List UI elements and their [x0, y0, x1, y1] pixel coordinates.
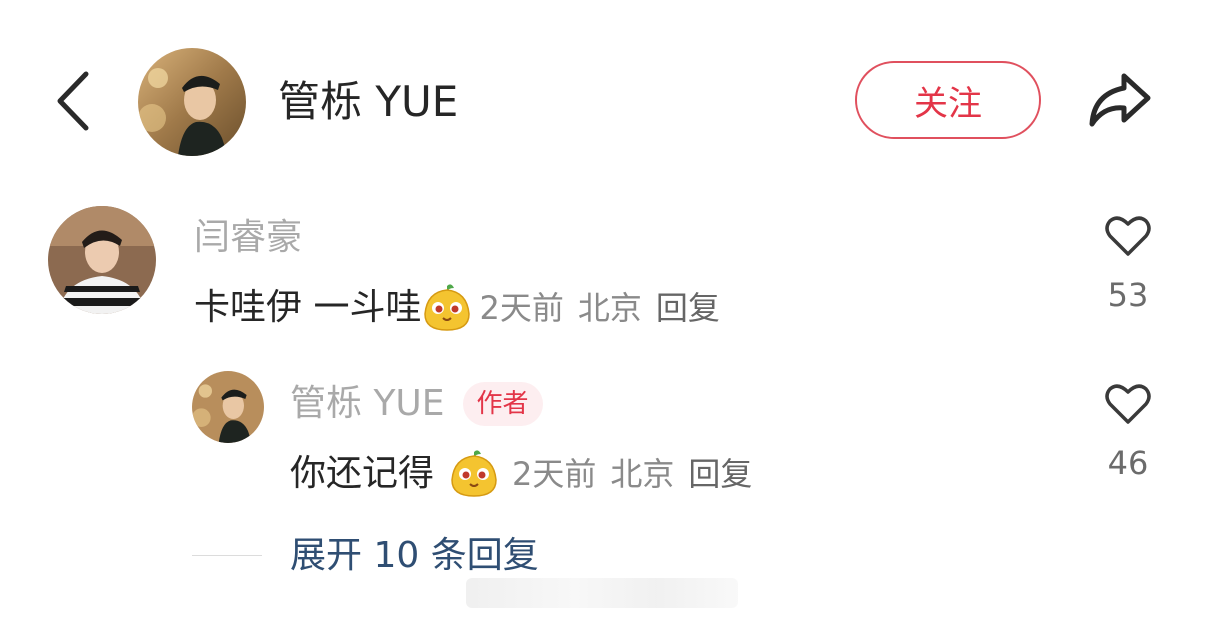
author-avatar[interactable]: [138, 48, 246, 156]
reply-text: 你还记得: [290, 453, 435, 494]
comment-body: 卡哇伊 一斗哇 2天前 北京 回复: [194, 282, 720, 334]
yellow-blob-sticker-icon: [424, 284, 471, 331]
comment-location: 北京: [577, 289, 642, 327]
heart-icon[interactable]: [1102, 212, 1154, 258]
comment-like-count: 53: [1107, 276, 1149, 314]
reply-author-row: 管栎 YUE 作者: [290, 382, 543, 426]
reply-like-count: 46: [1107, 444, 1149, 482]
commenter-avatar[interactable]: [48, 206, 156, 314]
reply-time: 2天前: [512, 455, 597, 493]
reply-reply-button[interactable]: 回复: [688, 449, 752, 499]
heart-icon[interactable]: [1102, 380, 1154, 426]
comment-text: 卡哇伊 一斗哇: [194, 287, 422, 328]
comment-like[interactable]: 53: [1088, 212, 1168, 314]
reply-author-name[interactable]: 管栎 YUE: [290, 382, 445, 426]
reply-author-avatar[interactable]: [192, 371, 264, 443]
author-badge: 作者: [462, 382, 543, 426]
yellow-blob-sticker-icon: [451, 450, 497, 497]
comment-reply-button[interactable]: 回复: [656, 284, 720, 332]
back-chevron-icon[interactable]: [52, 68, 96, 134]
comment-time: 2天前: [479, 289, 564, 327]
reply-like[interactable]: 46: [1088, 380, 1168, 482]
reply-body: 你还记得 2天前 北京 回复: [290, 448, 752, 500]
watermark: [466, 578, 738, 608]
commenter-name[interactable]: 闫睿豪: [194, 216, 302, 260]
share-arrow-icon[interactable]: [1086, 70, 1152, 128]
author-name[interactable]: 管栎 YUE: [278, 76, 458, 128]
expand-replies-button[interactable]: 展开 10 条回复: [290, 534, 539, 578]
reply-location: 北京: [610, 455, 675, 493]
divider: [192, 555, 262, 556]
follow-button[interactable]: 关注: [855, 61, 1041, 139]
